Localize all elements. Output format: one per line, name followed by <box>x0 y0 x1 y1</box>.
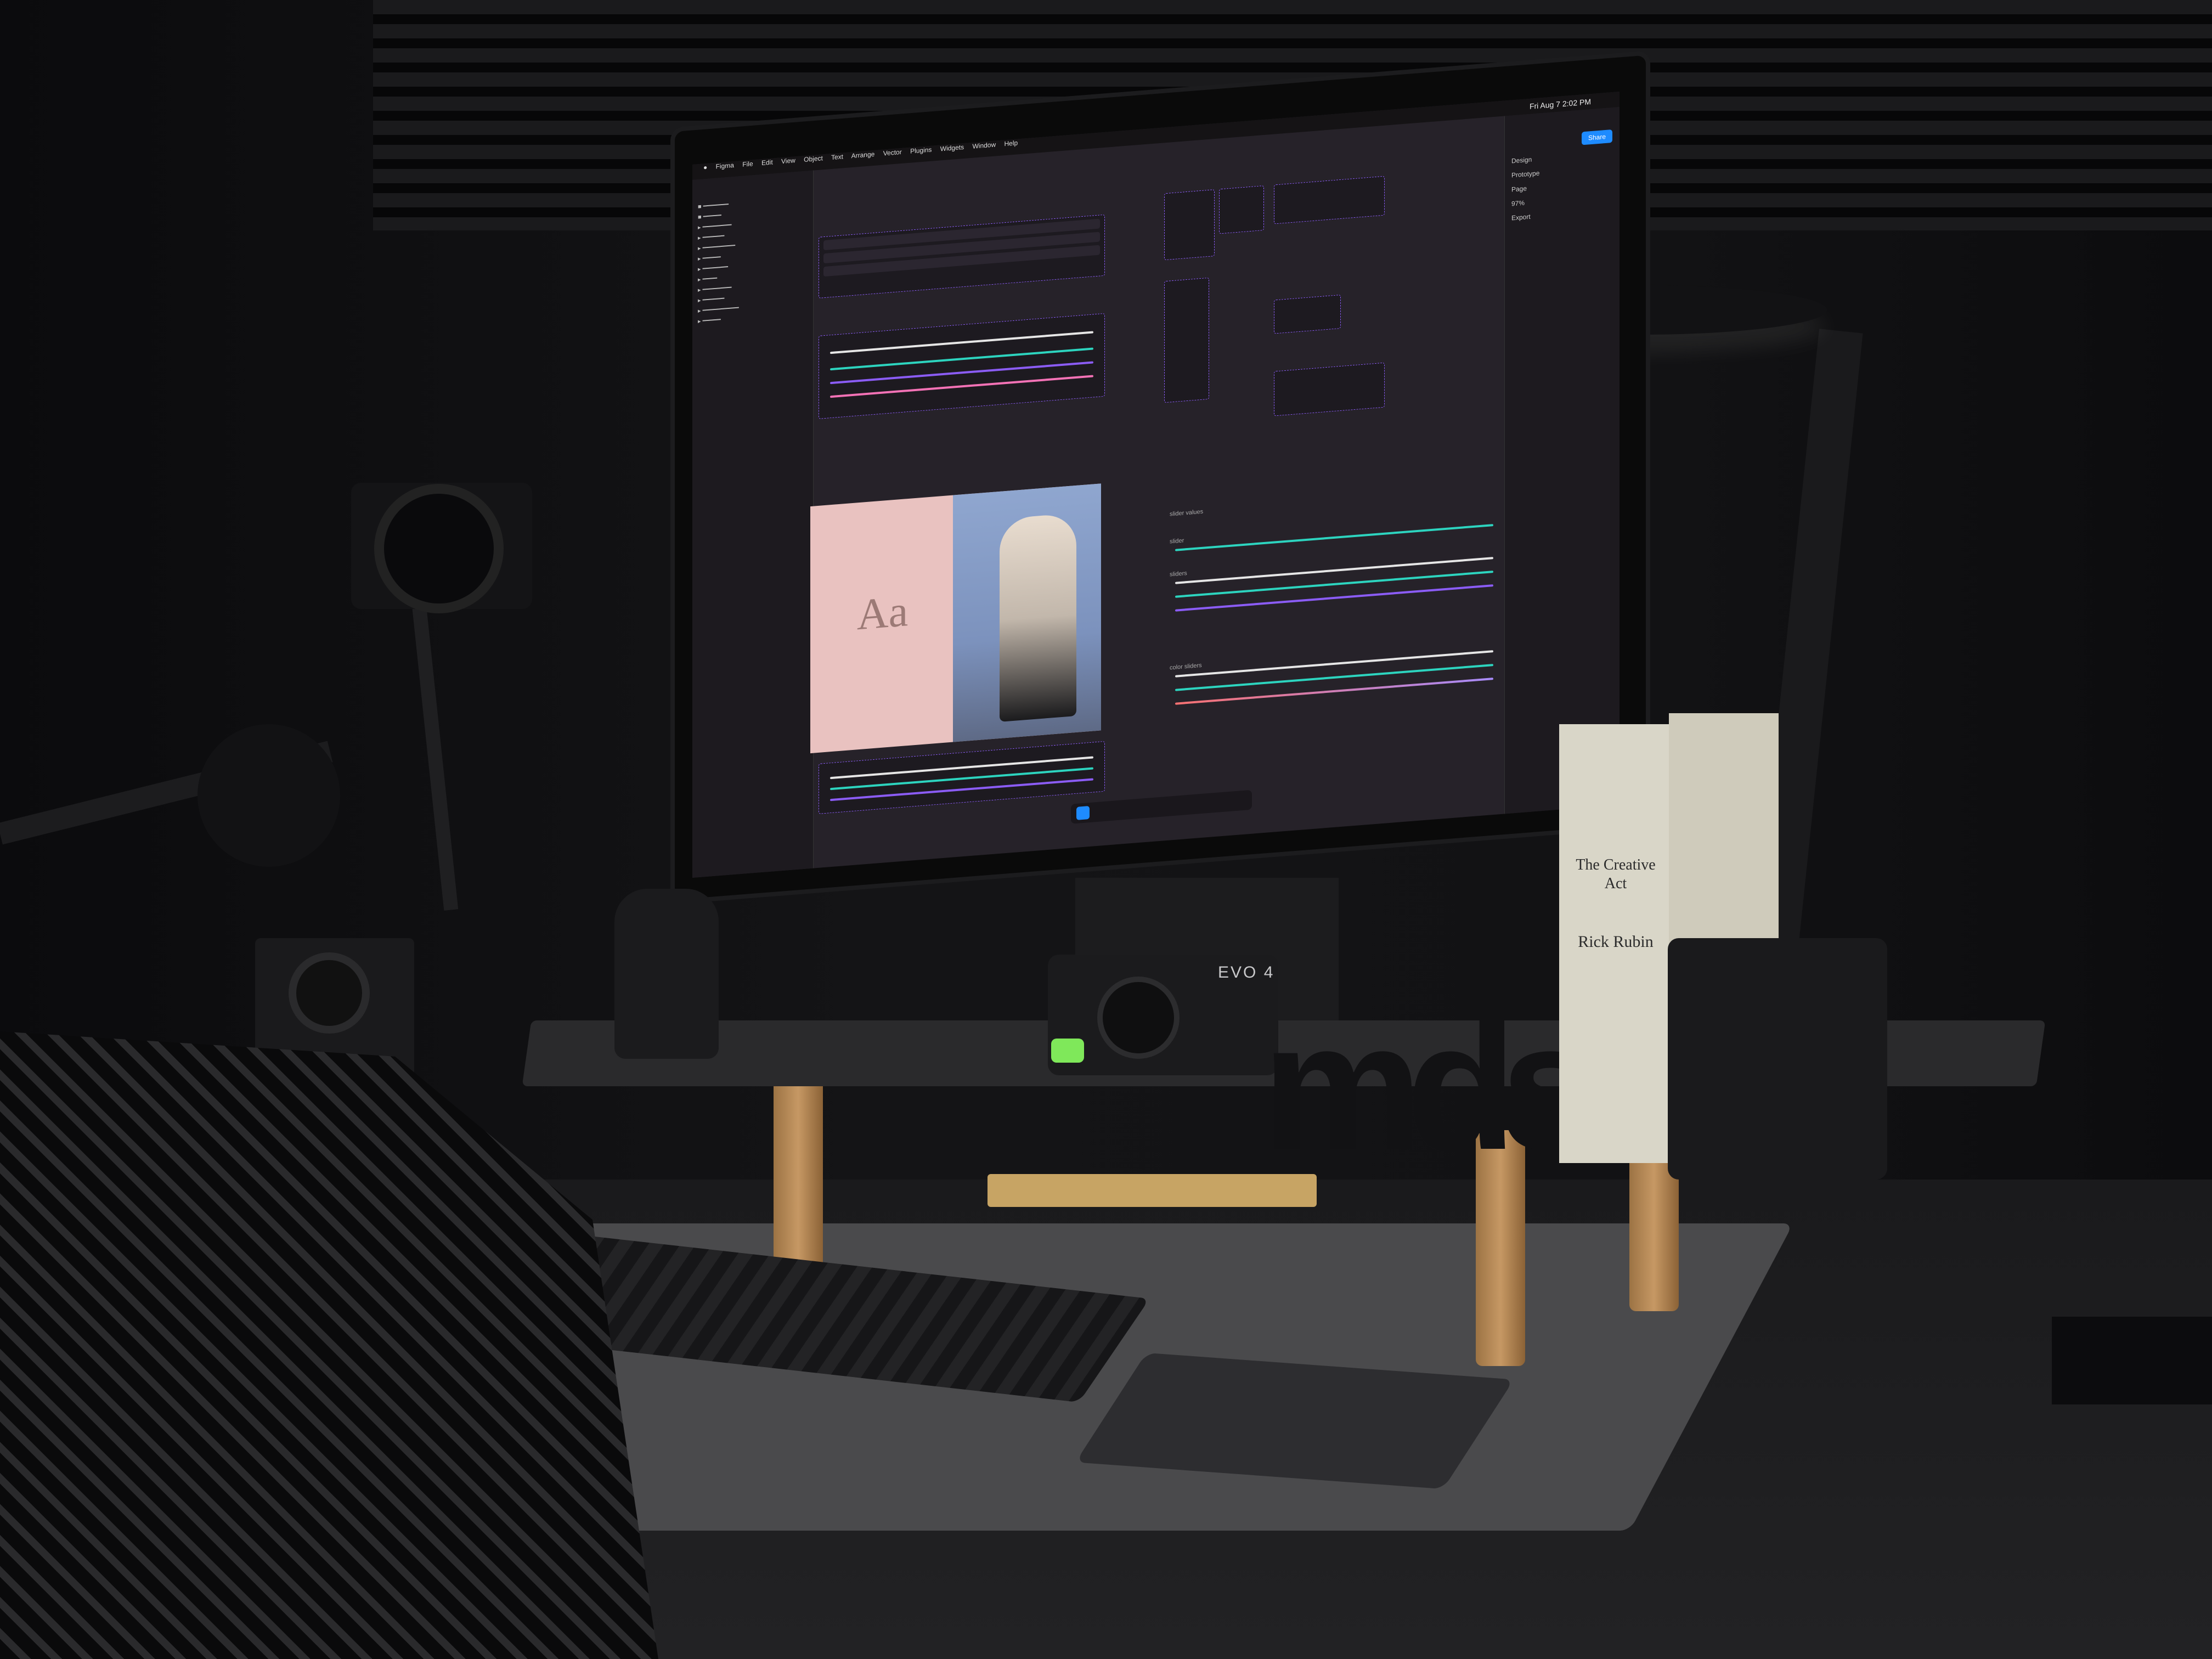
indicator-light <box>1051 1039 1084 1063</box>
component-frame[interactable] <box>819 214 1105 298</box>
button-frame[interactable] <box>1164 189 1215 261</box>
photo-person <box>1000 512 1076 722</box>
slider-values-label: slider values <box>1170 508 1204 518</box>
slider-track[interactable] <box>1175 650 1493 678</box>
slider-track[interactable] <box>1175 584 1493 612</box>
sizes-frame[interactable] <box>1274 294 1341 334</box>
slider-track[interactable] <box>1175 678 1493 705</box>
desk-sign: mds <box>1262 985 1601 1187</box>
share-button[interactable]: Share <box>1581 129 1612 145</box>
monitor-screen: ● Figma File Edit View Object Text Arran… <box>692 91 1620 878</box>
book-title: The Creative Act <box>1576 856 1656 892</box>
menu-item[interactable]: Object <box>804 154 823 163</box>
menu-item[interactable]: Figma <box>716 161 734 171</box>
sliders-label: sliders <box>1170 570 1187 578</box>
menu-item[interactable]: Vector <box>883 148 902 157</box>
menu-item[interactable]: Edit <box>761 158 773 167</box>
book-author: Rick Rubin <box>1578 933 1654 951</box>
menu-item[interactable]: File <box>742 160 753 168</box>
sample-type: Aa <box>857 587 909 640</box>
spiral-notebook <box>988 1174 1317 1207</box>
menu-item[interactable]: Widgets <box>940 143 964 153</box>
menu-item[interactable]: Arrange <box>851 150 875 160</box>
menu-clock: Fri Aug 7 2:02 PM <box>1529 97 1591 111</box>
list-frame[interactable] <box>1164 277 1209 403</box>
design-panel: Share Design Prototype Page 97% Export <box>1504 106 1620 814</box>
icon-frame[interactable] <box>1219 185 1264 234</box>
volume-knob <box>1103 982 1174 1053</box>
menu-item[interactable]: View <box>781 156 795 165</box>
bottom-toolbar <box>1071 789 1252 824</box>
color-sliders-label: color sliders <box>1170 662 1202 672</box>
menu-item[interactable]: Text <box>831 153 843 161</box>
desk-corner-box <box>2052 1317 2212 1404</box>
move-tool-button[interactable] <box>1076 806 1090 820</box>
pen-cup <box>1668 938 1887 1180</box>
audio-interface-label: EVO 4 <box>1218 963 1275 981</box>
slider-track[interactable] <box>1175 524 1493 551</box>
menu-item[interactable]: Plugins <box>910 146 932 155</box>
layers-panel: ■ ━━━━━━━ ■ ━━━━━ ▸ ━━━━━━━━ ▸ ━━━━━━ ▸ … <box>692 170 814 878</box>
toy-figure <box>614 889 719 1059</box>
slider-track[interactable] <box>1175 557 1493 584</box>
menu-item[interactable]: Window <box>972 140 996 150</box>
export-frame[interactable] <box>1274 362 1385 416</box>
speaker-cone <box>296 960 362 1026</box>
apple-icon[interactable]: ● <box>703 163 707 172</box>
slider-frame[interactable] <box>819 313 1105 419</box>
slider-track[interactable] <box>1175 664 1493 691</box>
slider-track[interactable] <box>1175 571 1493 598</box>
slider-frame-bottom[interactable] <box>819 741 1105 814</box>
slider-label: slider <box>1170 537 1184 545</box>
results-frame[interactable] <box>1274 176 1385 224</box>
menu-item[interactable]: Help <box>1005 139 1018 148</box>
camera-lens <box>384 494 494 603</box>
